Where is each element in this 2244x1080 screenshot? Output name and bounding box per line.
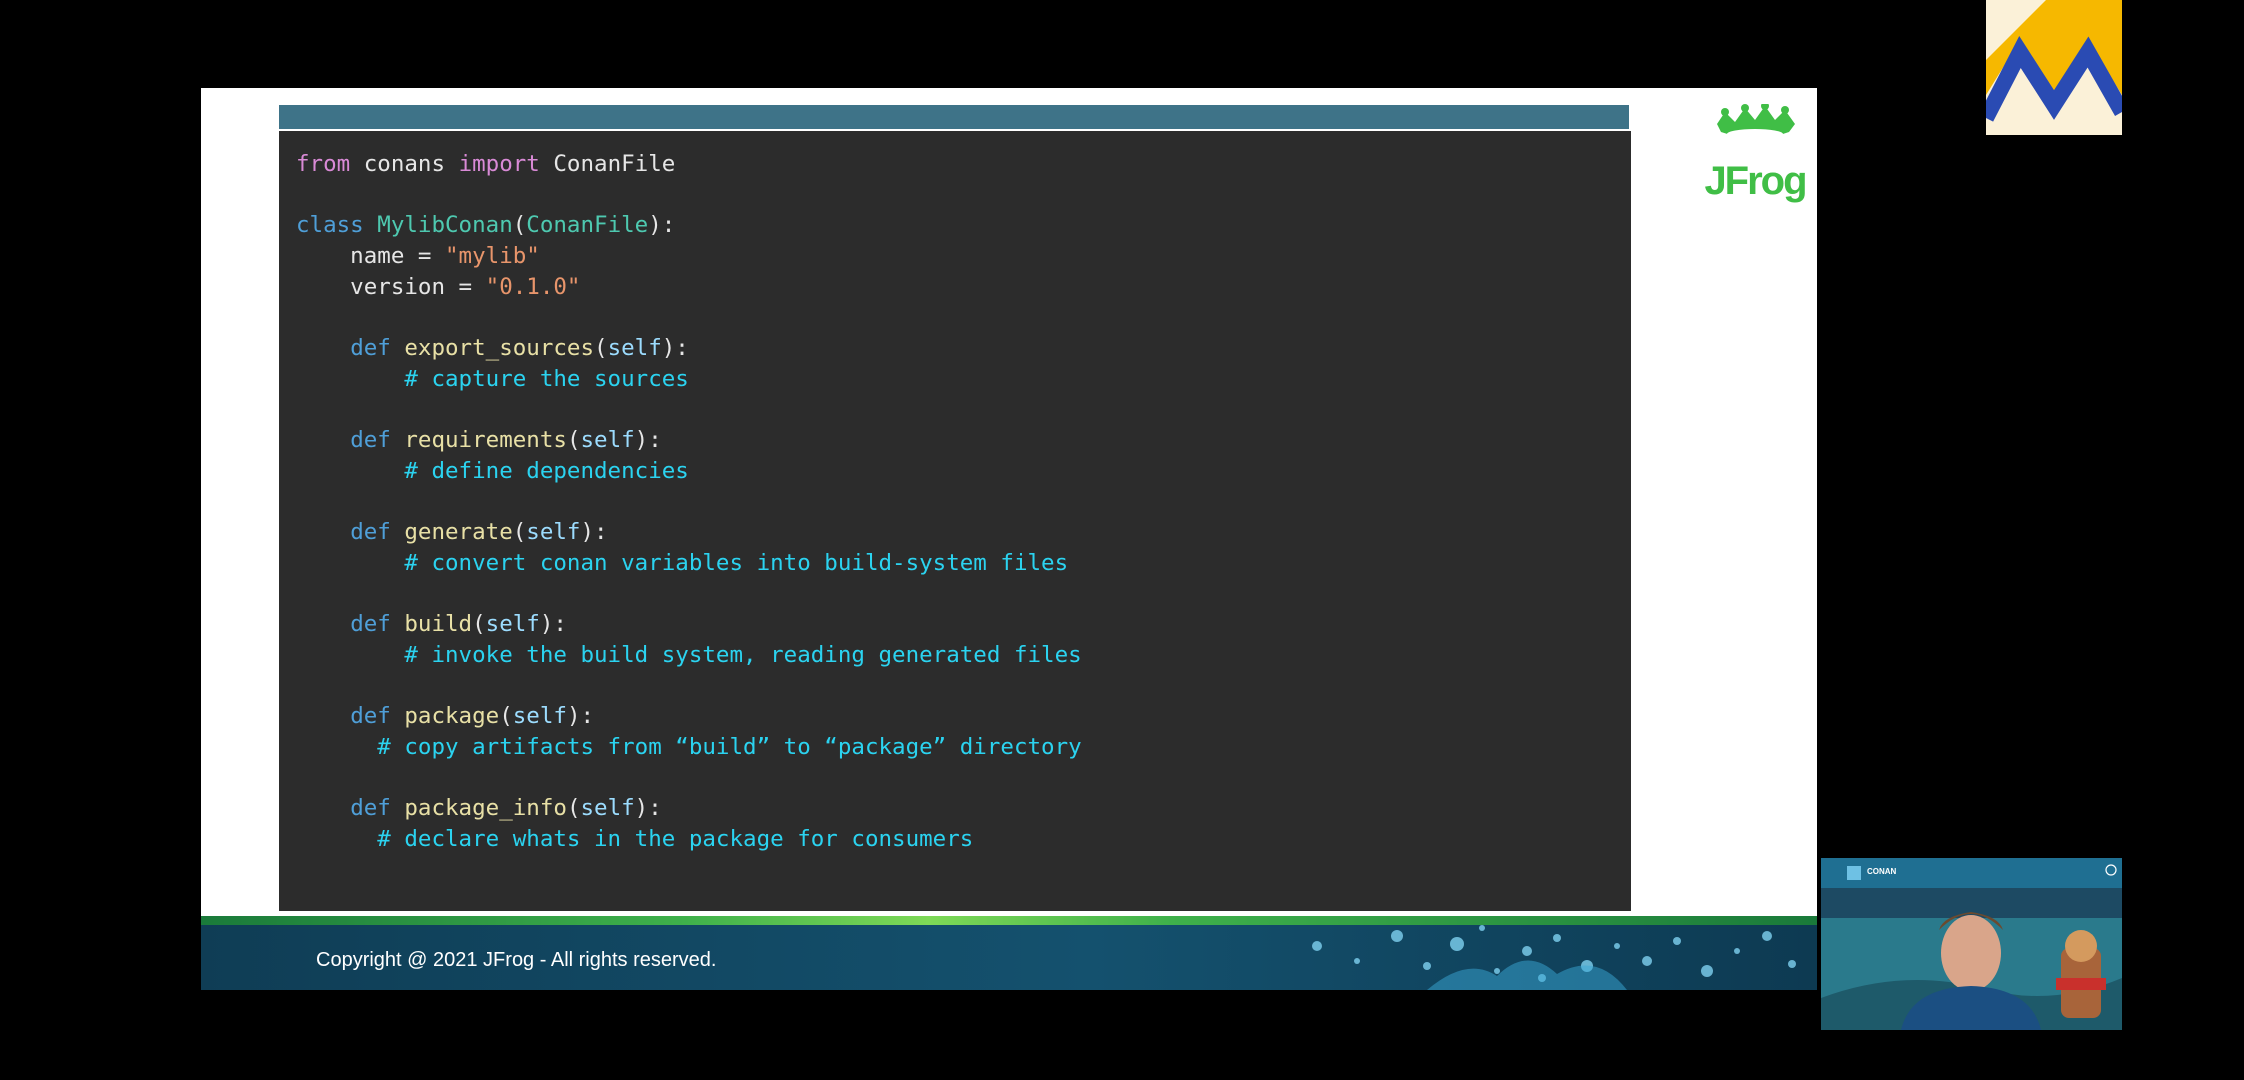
code-token: "0.1.0" xyxy=(485,273,581,300)
code-line: def package_info(self): xyxy=(296,793,1082,824)
code-token: # define dependencies xyxy=(296,457,689,484)
code-token: package_info xyxy=(404,795,567,822)
presenter-video: CONAN xyxy=(1821,858,2122,1030)
code-token: # capture the sources xyxy=(296,365,689,392)
code-token: ): xyxy=(580,519,608,546)
code-token: self xyxy=(526,519,581,546)
code-line: def export_sources(self): xyxy=(296,333,1082,364)
code-token: name = xyxy=(296,243,446,270)
code-token: ( xyxy=(512,519,527,546)
code-token: self xyxy=(512,703,567,730)
jfrog-logo: JFrog xyxy=(1704,104,1807,203)
code-line: # invoke the build system, reading gener… xyxy=(296,640,1082,671)
copyright-text: Copyright @ 2021 JFrog - All rights rese… xyxy=(316,949,717,971)
water-splash-decoration xyxy=(1312,925,1796,990)
conan-icon xyxy=(1847,866,1861,880)
code-token: ConanFile xyxy=(539,151,676,177)
code-token: generate xyxy=(404,519,513,546)
code-token: def xyxy=(350,519,391,546)
code-token: import xyxy=(458,151,540,177)
code-token: ( xyxy=(499,703,513,730)
code-line: from conans import ConanFile xyxy=(296,149,1082,180)
code-token: "mylib" xyxy=(445,243,540,270)
code-line: # copy artifacts from “build” to “packag… xyxy=(296,732,1082,763)
code-line: class MylibConan(ConanFile): xyxy=(296,210,1082,241)
code-token: ): xyxy=(634,427,662,454)
code-token: MylibConan xyxy=(377,212,513,239)
slide-footer: Copyright @ 2021 JFrog - All rights rese… xyxy=(201,916,1817,990)
code-token: self xyxy=(580,427,635,454)
code-token: ): xyxy=(634,795,662,822)
code-token: # invoke the build system, reading gener… xyxy=(296,642,1082,668)
code-token: ): xyxy=(648,212,676,239)
code-line: def generate(self): xyxy=(296,517,1082,548)
presentation-slide: from conans import ConanFile class Mylib… xyxy=(201,88,1817,990)
code-token: def xyxy=(350,611,391,638)
code-token: def xyxy=(350,795,391,822)
code-token: ): xyxy=(539,611,567,638)
code-block: from conans import ConanFile class Mylib… xyxy=(296,149,1082,855)
code-line: name = "mylib" xyxy=(296,241,1082,272)
code-header-bar xyxy=(279,105,1629,129)
code-line: def package(self): xyxy=(296,701,1082,732)
code-token: package xyxy=(404,703,500,730)
code-line: # capture the sources xyxy=(296,364,1082,395)
code-token: from xyxy=(296,151,351,177)
code-token: ( xyxy=(512,212,527,239)
code-token: version = xyxy=(296,273,486,300)
webcam-overlay: CONAN xyxy=(1821,858,2122,1030)
code-line: def requirements(self): xyxy=(296,425,1082,456)
code-token: export_sources xyxy=(404,335,595,362)
code-panel: from conans import ConanFile class Mylib… xyxy=(279,131,1631,911)
code-token: ): xyxy=(566,703,595,730)
channel-logo xyxy=(1986,0,2122,135)
code-token: ( xyxy=(594,335,608,362)
code-token: def xyxy=(350,703,391,730)
code-token: # convert conan variables into build-sys… xyxy=(296,549,1069,576)
jfrog-logo-text: JFrog xyxy=(1704,159,1805,203)
code-token: requirements xyxy=(404,427,567,454)
code-token: self xyxy=(580,795,635,822)
code-token: build xyxy=(404,611,473,638)
code-line: # declare whats in the package for consu… xyxy=(296,824,1082,855)
webcam-brand: CONAN xyxy=(1867,867,1897,876)
code-token: # declare whats in the package for consu… xyxy=(296,826,974,853)
code-token: conans xyxy=(350,151,459,177)
code-token: ( xyxy=(566,427,581,454)
code-token: class xyxy=(296,212,364,239)
code-line: # convert conan variables into build-sys… xyxy=(296,548,1082,579)
code-token: def xyxy=(350,427,391,454)
code-token: ConanFile xyxy=(526,212,649,239)
code-token: self xyxy=(485,611,540,638)
code-line: version = "0.1.0" xyxy=(296,272,1082,303)
code-token: ( xyxy=(566,795,581,822)
code-token: ): xyxy=(661,335,689,362)
code-token: ( xyxy=(472,611,486,638)
code-token: self xyxy=(607,335,662,362)
code-token: def xyxy=(350,335,391,362)
code-token: # copy artifacts from “build” to “packag… xyxy=(296,734,1082,761)
code-line: # define dependencies xyxy=(296,456,1082,487)
code-line: def build(self): xyxy=(296,609,1082,640)
